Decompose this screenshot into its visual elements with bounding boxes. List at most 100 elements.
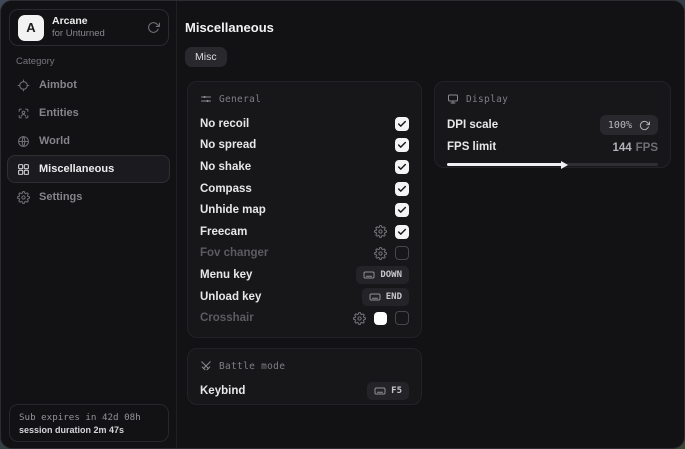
- setting-label: No shake: [200, 161, 251, 173]
- sidebar-item-label: Entities: [39, 107, 79, 119]
- brand-card: A Arcane for Unturned: [9, 9, 169, 46]
- setting-row: KeybindF5: [200, 380, 409, 402]
- fps-slider-fill: [447, 163, 563, 166]
- monitor-icon: [447, 93, 459, 105]
- setting-controls: F5: [367, 382, 409, 400]
- fps-slider-thumb[interactable]: [561, 161, 568, 169]
- fps-limit-label: FPS limit: [447, 141, 496, 153]
- refresh-icon[interactable]: [147, 21, 160, 34]
- setting-label: Crosshair: [200, 312, 254, 324]
- setting-controls: DOWN: [356, 266, 409, 284]
- sidebar-item-label: Aimbot: [39, 79, 77, 91]
- gear-icon: [17, 191, 30, 204]
- setting-controls: [374, 225, 409, 239]
- keybind-value: F5: [391, 386, 402, 396]
- setting-label: Fov changer: [200, 247, 268, 259]
- checkbox[interactable]: [395, 203, 409, 217]
- panel-display: Display DPI scale 100% FPS limit 144 FPS: [434, 81, 671, 168]
- setting-row: Compass: [200, 178, 409, 200]
- panel-battle-header: Battle mode: [200, 359, 409, 373]
- setting-label: Freecam: [200, 226, 247, 238]
- keybind-value: DOWN: [380, 270, 402, 280]
- grid-icon: [17, 163, 30, 176]
- checkbox[interactable]: [395, 182, 409, 196]
- setting-row: No shake: [200, 156, 409, 178]
- dpi-scale-label: DPI scale: [447, 119, 498, 131]
- sidebar-item-aimbot[interactable]: Aimbot: [7, 71, 170, 99]
- setting-controls: [395, 203, 409, 217]
- sidebar-item-entities[interactable]: Entities: [7, 99, 170, 127]
- setting-row: Freecam: [200, 221, 409, 243]
- session-duration-text: session duration 2m 47s: [19, 425, 159, 435]
- setting-label: Unhide map: [200, 204, 266, 216]
- keybind-chip[interactable]: END: [362, 288, 409, 306]
- setting-row: No recoil: [200, 113, 409, 135]
- fps-number: 144: [612, 142, 631, 154]
- panel-display-header: Display: [447, 92, 658, 106]
- checkbox[interactable]: [395, 225, 409, 239]
- fps-slider[interactable]: [447, 163, 658, 166]
- setting-controls: [353, 311, 409, 325]
- panel-general-header: General: [200, 92, 409, 106]
- setting-label: No spread: [200, 139, 256, 151]
- color-swatch[interactable]: [374, 312, 387, 325]
- brand-text: Arcane for Unturned: [52, 15, 105, 40]
- keyboard-icon: [369, 291, 381, 303]
- globe-icon: [17, 135, 30, 148]
- battle-rows: KeybindF5: [200, 380, 409, 402]
- setting-row: Unload key END: [200, 286, 409, 308]
- sub-expiry-text: Sub expires in 42d 08h: [19, 412, 159, 423]
- sidebar-item-world[interactable]: World: [7, 127, 170, 155]
- category-label: Category: [16, 56, 55, 67]
- panel-general: General No recoil No spread No shake Compas…: [187, 81, 422, 338]
- setting-label: Compass: [200, 183, 252, 195]
- swords-icon: [200, 360, 212, 372]
- sidebar-item-miscellaneous[interactable]: Miscellaneous: [7, 155, 170, 183]
- panel-display-title: Display: [466, 94, 508, 105]
- setting-controls: [374, 246, 409, 260]
- keybind-chip[interactable]: DOWN: [356, 266, 409, 284]
- setting-controls: [395, 117, 409, 131]
- brand-subtitle: for Unturned: [52, 28, 105, 40]
- keyboard-icon: [374, 385, 386, 397]
- checkbox[interactable]: [395, 246, 409, 260]
- general-rows: No recoil No spread No shake Compass Unhide …: [200, 113, 409, 329]
- setting-controls: [395, 138, 409, 152]
- keybind-value: END: [386, 292, 402, 302]
- brand-logo: A: [18, 15, 44, 41]
- sidebar: A Arcane for Unturned Category Aimbot Ent…: [1, 1, 177, 448]
- brand-name: Arcane: [52, 15, 105, 28]
- setting-label: Unload key: [200, 291, 261, 303]
- panel-battle-mode: Battle mode KeybindF5: [187, 348, 422, 405]
- fps-limit-row: FPS limit 144 FPS: [447, 137, 658, 157]
- tab-misc[interactable]: Misc: [185, 47, 227, 67]
- setting-controls: [395, 160, 409, 174]
- row-settings-gear-icon[interactable]: [353, 312, 366, 325]
- dpi-scale-chip[interactable]: 100%: [600, 115, 658, 135]
- entities-icon: [17, 107, 30, 120]
- dpi-reset-icon[interactable]: [639, 120, 650, 131]
- checkbox[interactable]: [395, 138, 409, 152]
- sidebar-items: Aimbot Entities World Miscellaneous Settings: [7, 71, 170, 211]
- sidebar-item-label: World: [39, 135, 70, 147]
- setting-controls: [395, 182, 409, 196]
- checkbox[interactable]: [395, 117, 409, 131]
- setting-row: Fov changer: [200, 243, 409, 265]
- fps-limit-value: 144 FPS: [612, 138, 658, 156]
- keyboard-icon: [363, 269, 375, 281]
- sidebar-item-label: Miscellaneous: [39, 163, 114, 175]
- checkbox[interactable]: [395, 160, 409, 174]
- sidebar-item-label: Settings: [39, 191, 82, 203]
- fps-unit: FPS: [636, 142, 658, 154]
- setting-row: Crosshair: [200, 307, 409, 329]
- row-settings-gear-icon[interactable]: [374, 247, 387, 260]
- checkbox[interactable]: [395, 311, 409, 325]
- setting-row: Menu keyDOWN: [200, 264, 409, 286]
- sliders-icon: [200, 93, 212, 105]
- page-title: Miscellaneous: [185, 20, 274, 35]
- row-settings-gear-icon[interactable]: [374, 225, 387, 238]
- sidebar-item-settings[interactable]: Settings: [7, 183, 170, 211]
- keybind-chip[interactable]: F5: [367, 382, 409, 400]
- app-window: A Arcane for Unturned Category Aimbot Ent…: [0, 0, 685, 449]
- setting-row: No spread: [200, 135, 409, 157]
